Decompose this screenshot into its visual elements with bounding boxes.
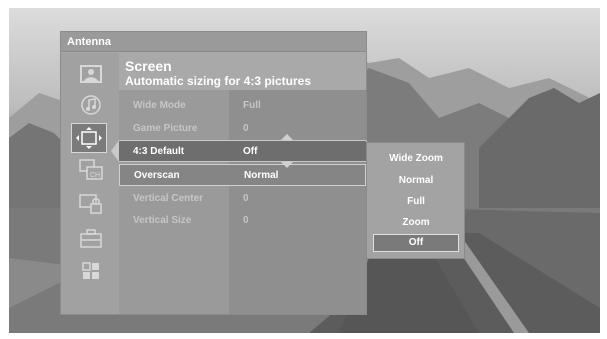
picture-icon[interactable] [77,61,105,87]
option-normal[interactable]: Normal [373,172,459,190]
setting-label: Game Picture [133,123,198,134]
down-arrow-icon [281,162,293,168]
option-full[interactable]: Full [373,193,459,211]
setting-row-overscan[interactable]: Overscan Normal [119,164,366,186]
option-off[interactable]: Off [373,234,459,252]
option-wide-zoom[interactable]: Wide Zoom [373,150,459,168]
setting-label: Vertical Size [133,215,192,226]
sound-icon[interactable] [77,92,105,118]
setting-row-game-picture[interactable]: Game Picture 0 [119,118,366,140]
setting-label: Wide Mode [133,100,186,111]
section-heading: Screen Automatic sizing for 4:3 pictures [125,58,312,89]
setting-value: Full [243,100,261,111]
panel-title: Antenna [61,32,366,52]
option-dropdown: Wide Zoom Normal Full Zoom Off [366,142,465,259]
setting-row-wide-mode[interactable]: Wide Mode Full [119,95,366,117]
setting-label: Vertical Center [133,193,204,204]
up-arrow-icon [281,134,293,140]
setting-label: 4:3 Default [133,146,185,157]
toolbox-icon[interactable] [77,225,105,251]
setting-row-vertical-center[interactable]: Vertical Center 0 [119,188,366,210]
setting-value: 0 [243,193,249,204]
setting-value: 0 [243,215,249,226]
section-subtitle: Automatic sizing for 4:3 pictures [125,74,312,88]
lock-icon[interactable] [77,191,105,217]
option-zoom[interactable]: Zoom [373,214,459,232]
settings-menu-panel: Antenna CH Screen Automatic sizing for 4… [60,31,374,315]
left-arrow-icon [111,140,119,162]
setting-value: 0 [243,123,249,134]
category-sidebar: CH [61,53,119,314]
setting-row-4-3-default[interactable]: 4:3 Default Off [119,140,366,162]
screen-icon[interactable] [71,123,107,153]
setup-icon[interactable] [77,258,105,284]
setting-value: Normal [244,170,279,181]
section-title: Screen [125,58,172,74]
setting-label: Overscan [134,170,180,181]
svg-text:CH: CH [90,172,100,179]
setting-value: Off [243,146,258,157]
setting-row-vertical-size[interactable]: Vertical Size 0 [119,210,366,232]
channel-icon[interactable]: CH [77,157,105,183]
settings-list: Wide Mode Full Game Picture 0 4:3 Defaul… [111,90,374,314]
